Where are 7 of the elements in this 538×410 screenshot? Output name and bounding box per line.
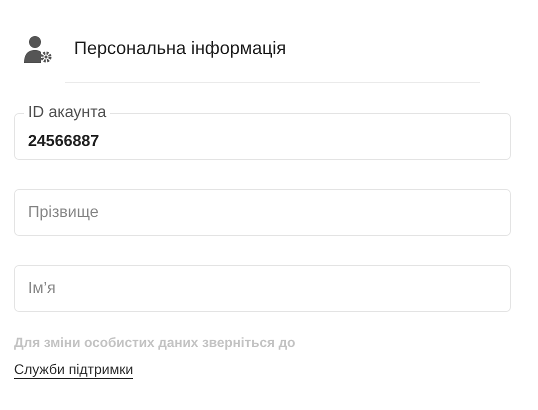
section-title: Персональна інформація (74, 38, 286, 58)
user-gear-icon (24, 34, 52, 62)
input-field[interactable]: Ім’я (14, 265, 511, 312)
field-label: ID акаунта (24, 104, 110, 122)
support-link[interactable]: Служби підтримки (14, 361, 134, 379)
input-field[interactable]: Прізвище (14, 189, 511, 236)
help-text: Для зміни особистих даних зверніться до (14, 335, 296, 350)
